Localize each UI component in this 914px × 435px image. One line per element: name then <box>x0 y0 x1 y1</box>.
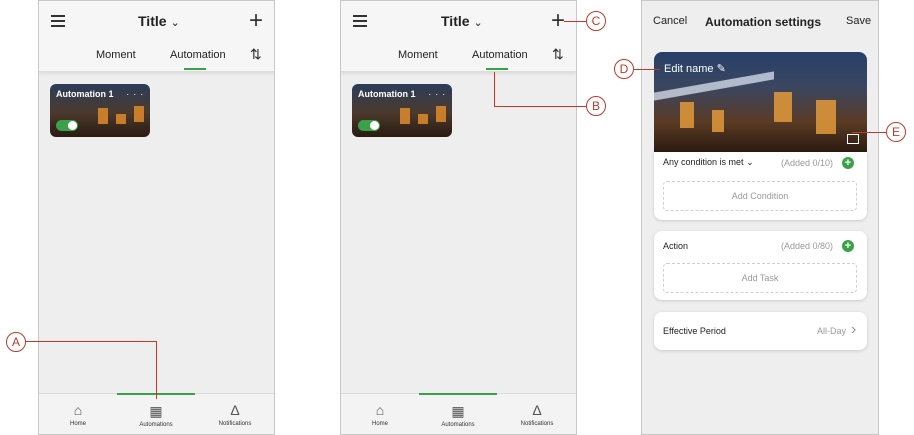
tab-moment[interactable]: Moment <box>96 49 136 61</box>
action-count: (Added 0/80) <box>781 241 834 251</box>
more-options-icon[interactable]: . . . <box>126 87 144 97</box>
save-button[interactable]: Save <box>846 15 871 27</box>
cover-image-window <box>816 100 836 134</box>
card-image <box>98 108 108 124</box>
cancel-button[interactable]: Cancel <box>653 15 687 27</box>
nav-notifications-label: Notifications <box>520 421 554 427</box>
bottom-navigation: ⌂ Home ▦ Automations Δ Notifications <box>39 393 274 434</box>
page-title: Title <box>138 13 167 29</box>
tab-active-indicator <box>486 68 508 70</box>
automation-toggle[interactable] <box>56 120 78 131</box>
nav-automations[interactable]: ▦ Automations <box>419 393 497 434</box>
action-label: Action <box>663 241 689 251</box>
add-condition-button[interactable]: Add Condition <box>663 181 857 211</box>
sort-icon[interactable]: ⇅ <box>250 46 262 63</box>
nav-notifications[interactable]: Δ Notifications <box>196 394 274 434</box>
add-button[interactable]: + <box>249 9 263 33</box>
nav-automations-label: Automations <box>441 422 475 428</box>
automation-card[interactable]: Automation 1 . . . <box>352 84 452 137</box>
image-icon[interactable] <box>847 134 859 144</box>
sort-icon[interactable]: ⇅ <box>552 46 564 63</box>
home-title-dropdown[interactable]: Title ⌄ <box>441 13 483 29</box>
nav-automations[interactable]: ▦ Automations <box>117 393 195 434</box>
automation-cover-image: Edit name ✎ <box>654 52 867 152</box>
callout-e-line <box>852 132 886 133</box>
nav-home-label: Home <box>371 421 388 427</box>
callout-b-line <box>494 106 586 107</box>
chevron-down-icon: ⌄ <box>746 157 754 167</box>
automation-card-title: Automation 1 <box>358 89 416 99</box>
menu-icon[interactable] <box>51 15 65 30</box>
top-bar: Title ⌄ + Moment Automation ⇅ <box>39 1 274 72</box>
page-title: Automation settings <box>705 15 821 29</box>
add-condition-plus-icon[interactable]: + <box>842 157 854 169</box>
edit-name-button[interactable]: Edit name ✎ <box>664 62 726 75</box>
nav-notifications[interactable]: Δ Notifications <box>498 394 576 434</box>
bell-icon: Δ <box>532 402 542 418</box>
nav-automations-label: Automations <box>139 422 173 428</box>
card-image-window <box>134 106 144 122</box>
tab-automation[interactable]: Automation <box>472 49 528 61</box>
cover-image-window <box>774 92 792 122</box>
callout-a-line <box>156 341 157 399</box>
effective-period-label: Effective Period <box>663 326 726 336</box>
page-title: Title <box>441 13 470 29</box>
card-image-window <box>418 114 428 124</box>
home-icon: ⌂ <box>375 402 385 418</box>
effective-period-row[interactable]: Effective Period All-Day › <box>654 312 867 350</box>
tab-moment[interactable]: Moment <box>398 49 438 61</box>
callout-c: C <box>586 11 606 31</box>
nav-home-label: Home <box>69 421 86 427</box>
callout-b-line <box>494 72 495 107</box>
more-options-icon[interactable]: . . . <box>428 87 446 97</box>
condition-mode-dropdown[interactable]: Any condition is met ⌄ <box>663 157 754 168</box>
menu-icon[interactable] <box>353 15 367 30</box>
chevron-right-icon: › <box>851 321 857 338</box>
action-section: Action (Added 0/80) + Add Task <box>654 231 867 300</box>
automations-grid-icon: ▦ <box>451 403 465 419</box>
condition-section: Any condition is met ⌄ (Added 0/10) + Ad… <box>654 152 867 220</box>
card-image <box>400 108 410 124</box>
phone-screen-automation-settings: Cancel Automation settings Save Edit nam… <box>641 0 879 435</box>
nav-notifications-label: Notifications <box>218 421 252 427</box>
callout-a-line <box>26 341 156 342</box>
automation-card[interactable]: Automation 1 . . . <box>50 84 150 137</box>
pencil-icon: ✎ <box>716 63 726 75</box>
nav-home[interactable]: ⌂ Home <box>39 394 117 434</box>
tab-active-indicator <box>184 68 206 70</box>
callout-d-line <box>634 69 660 70</box>
phone-screen-list-annotated: Title ⌄ + Moment Automation ⇅ Automation … <box>340 0 577 435</box>
edit-name-label: Edit name <box>664 63 714 75</box>
effective-period-value: All-Day <box>817 326 847 336</box>
chevron-down-icon: ⌄ <box>170 17 180 29</box>
automations-grid-icon: ▦ <box>149 403 163 419</box>
home-title-dropdown[interactable]: Title ⌄ <box>138 13 180 29</box>
callout-d: D <box>614 59 634 79</box>
card-image-window <box>436 106 446 122</box>
add-task-button[interactable]: Add Task <box>663 263 857 293</box>
home-icon: ⌂ <box>73 402 83 418</box>
condition-count: (Added 0/10) <box>781 158 834 168</box>
add-button[interactable]: + <box>551 9 565 33</box>
cover-image-window <box>680 102 694 128</box>
card-image-window <box>116 114 126 124</box>
condition-mode-label: Any condition is met <box>663 157 744 167</box>
callout-a: A <box>6 332 26 352</box>
bottom-navigation: ⌂ Home ▦ Automations Δ Notifications <box>341 393 576 434</box>
nav-home[interactable]: ⌂ Home <box>341 394 419 434</box>
chevron-down-icon: ⌄ <box>473 17 483 29</box>
automation-card-title: Automation 1 <box>56 89 114 99</box>
bell-icon: Δ <box>230 402 240 418</box>
cover-image-roof <box>654 71 774 101</box>
top-bar: Title ⌄ + Moment Automation ⇅ <box>341 1 576 72</box>
add-action-plus-icon[interactable]: + <box>842 240 854 252</box>
callout-b: B <box>586 96 606 116</box>
cover-image-window <box>712 110 724 132</box>
callout-e: E <box>886 122 906 142</box>
tab-automation[interactable]: Automation <box>170 49 226 61</box>
automation-toggle[interactable] <box>358 120 380 131</box>
callout-c-line <box>564 21 586 22</box>
